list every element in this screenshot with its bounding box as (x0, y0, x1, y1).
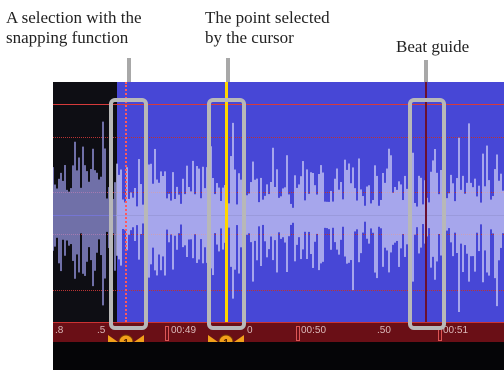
callout-cursor-point: The point selected by the cursor (205, 8, 330, 48)
callout-beat-guide-line1: Beat guide (396, 37, 470, 56)
ruler-tick (165, 326, 169, 341)
callout-snap-selection-line2: snapping function (6, 28, 129, 47)
ruler-label: .8 (55, 325, 64, 336)
cursor-point-highlight (207, 98, 246, 330)
ruler-label: .5 (97, 325, 106, 336)
callout-snap-selection: A selection with the snapping function (6, 8, 142, 48)
ruler-label: 0 (247, 325, 253, 336)
ruler-label: 00:51 (443, 325, 469, 336)
status-strip (53, 342, 504, 370)
callout-snap-selection-line1: A selection with the (6, 8, 142, 27)
ruler-label: 00:50 (301, 325, 327, 336)
ruler-label: 00:49 (171, 325, 197, 336)
snap-selection-highlight (109, 98, 148, 330)
callout-cursor-point-line1: The point selected (205, 8, 330, 27)
callout-cursor-point-line2: by the cursor (205, 28, 294, 47)
callout-beat-guide: Beat guide (396, 37, 469, 57)
beat-guide-highlight (408, 98, 446, 330)
ruler-label: .50 (377, 325, 391, 336)
ruler-tick (296, 326, 300, 341)
